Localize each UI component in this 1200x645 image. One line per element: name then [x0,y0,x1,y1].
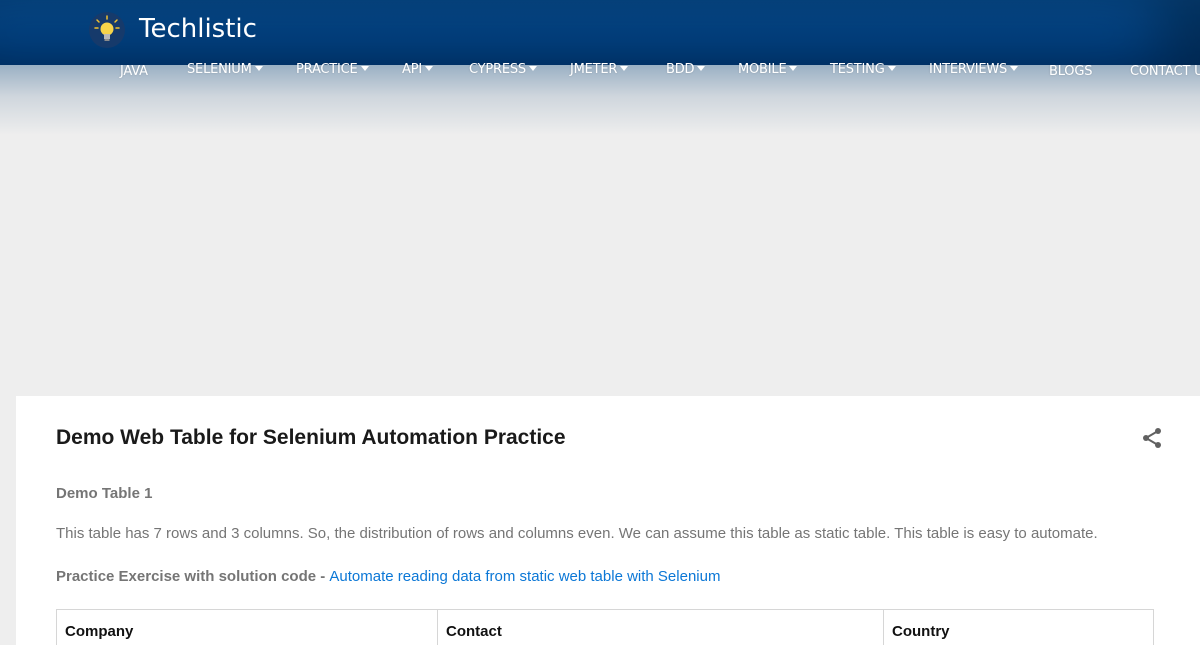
nav-item-jmeter[interactable]: JMETER [570,62,629,77]
post-title: Demo Web Table for Selenium Automation P… [56,426,566,449]
nav-item-blogs[interactable]: BLOGS [1049,64,1092,79]
nav-item-bdd[interactable]: BDD [666,62,706,77]
nav-item-label: CYPRESS [469,62,526,77]
lightbulb-icon[interactable] [89,12,125,48]
column-header-company: Company [56,609,438,645]
nav-item-label: BLOGS [1049,64,1093,79]
nav-item-selenium[interactable]: SELENIUM [187,62,263,77]
nav-item-label: JAVA [120,64,148,79]
nav-item-label: INTERVIEWS [929,62,1008,77]
share-icon[interactable] [1140,426,1164,450]
table-subheading: Demo Table 1 [56,485,153,502]
main-nav: JAVA SELENIUM PRACTICE API CYPRESS JMETE… [0,62,1200,82]
exercise-link[interactable]: Automate reading data from static web ta… [329,568,720,585]
table-header-row: Company Contact Country [56,609,1154,645]
column-header-country: Country [883,609,1154,645]
nav-item-label: MOBILE [738,62,787,77]
caret-down-icon [887,66,896,71]
nav-item-interviews[interactable]: INTERVIEWS [929,62,1019,77]
site-header: Techlistic [0,0,1200,65]
nav-item-practice[interactable]: PRACTICE [296,62,369,77]
caret-down-icon [528,66,537,71]
nav-item-java[interactable]: JAVA [120,64,148,79]
demo-web-table: Company Contact Country [56,609,1154,645]
ad-placeholder [0,135,1200,396]
caret-down-icon [1010,66,1019,71]
post-card: Demo Web Table for Selenium Automation P… [16,396,1200,645]
caret-down-icon [789,66,798,71]
nav-item-cypress[interactable]: CYPRESS [469,62,537,77]
column-header-contact: Contact [437,609,884,645]
table-description: This table has 7 rows and 3 columns. So,… [56,525,1098,542]
caret-down-icon [620,66,629,71]
nav-item-label: JMETER [570,62,618,77]
site-title[interactable]: Techlistic [139,14,257,44]
nav-item-label: PRACTICE [296,62,358,77]
caret-down-icon [254,66,263,71]
nav-item-testing[interactable]: TESTING [830,62,896,77]
nav-item-mobile[interactable]: MOBILE [738,62,798,77]
caret-down-icon [360,66,369,71]
caret-down-icon [424,66,433,71]
nav-item-label: SELENIUM [187,62,252,77]
caret-down-icon [697,66,706,71]
nav-item-label: CONTACT U [1130,64,1200,79]
nav-item-contact[interactable]: CONTACT U [1130,64,1200,79]
nav-item-api[interactable]: API [402,62,433,77]
nav-item-label: API [402,62,422,77]
exercise-label: Practice Exercise with solution code - [56,568,330,585]
nav-item-label: TESTING [830,62,885,77]
practice-exercise: Practice Exercise with solution code - A… [56,568,720,585]
nav-item-label: BDD [666,62,695,77]
